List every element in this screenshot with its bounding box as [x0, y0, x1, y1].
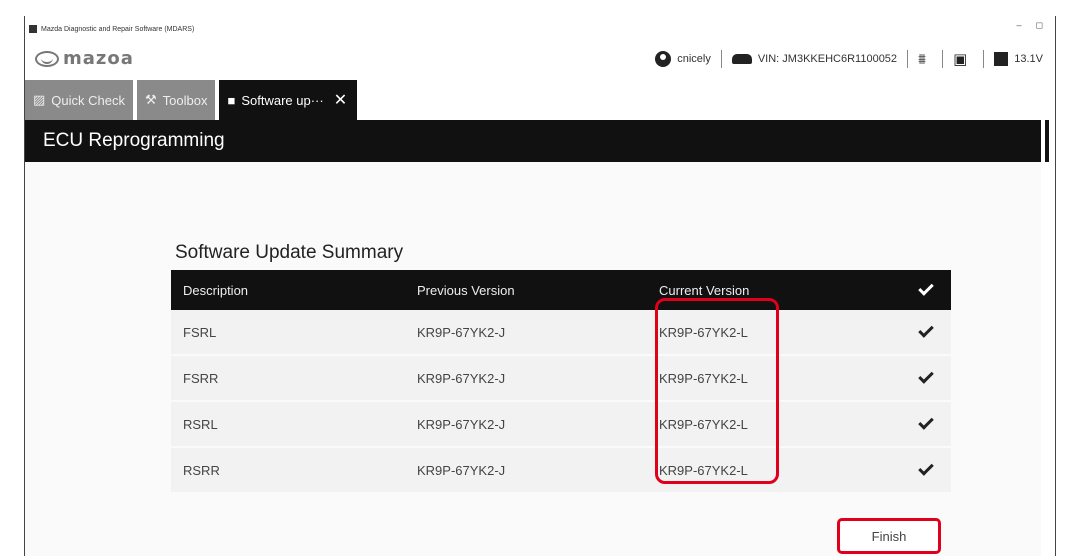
brand-wordmark: mazoa	[63, 48, 134, 69]
main-content: Software Update Summary Description Prev…	[25, 162, 1041, 556]
update-summary-table: Description Previous Version Current Ver…	[171, 270, 951, 494]
cell-status	[901, 460, 951, 476]
mazda-emblem-icon	[35, 50, 59, 67]
cell-description: FSRL	[183, 324, 217, 340]
tab-toolbox[interactable]: ⚒ Toolbox	[137, 80, 216, 120]
divider	[942, 50, 944, 68]
summary-title: Software Update Summary	[175, 242, 404, 263]
cell-description: RSRL	[183, 416, 218, 432]
cell-current-version: KR9P-67YK2-L	[659, 370, 748, 386]
battery-check-icon[interactable]: ▣	[953, 52, 967, 67]
checkmark-icon	[918, 280, 934, 296]
divider	[907, 50, 909, 68]
app-icon	[29, 25, 37, 33]
maximize-button[interactable]: ◻	[1036, 20, 1043, 31]
status-bar: cnicely VIN: JM3KKEHC6R1100052 ⩩ ▣ 13.1V	[655, 50, 1043, 68]
checkmark-icon	[918, 460, 934, 476]
checkmark-icon	[918, 414, 934, 430]
vin-text: VIN: JM3KKEHC6R1100052	[757, 53, 898, 65]
cell-status	[901, 368, 951, 384]
cell-previous-version: KR9P-67YK2-J	[417, 462, 506, 478]
divider	[720, 50, 722, 68]
mazda-logo: mazoa	[35, 48, 134, 69]
tab-software-update[interactable]: ■ Software up··· ✕	[219, 80, 358, 120]
cell-previous-version: KR9P-67YK2-J	[417, 416, 506, 432]
tab-quick-check[interactable]: ▨ Quick Check	[25, 80, 133, 120]
column-header-current: Current Version	[659, 282, 750, 298]
window-controls: – ◻	[1017, 20, 1044, 31]
finish-button[interactable]: Finish	[837, 518, 941, 554]
battery-voltage: 13.1V	[1014, 53, 1043, 65]
column-header-previous: Previous Version	[417, 282, 515, 298]
tab-label: Quick Check	[51, 92, 125, 108]
chip-icon: ■	[227, 92, 236, 108]
table-row: FSRR KR9P-67YK2-J KR9P-67YK2-L	[171, 356, 951, 402]
cell-description: RSRR	[183, 462, 220, 478]
cell-current-version: KR9P-67YK2-L	[659, 416, 748, 432]
column-header-description: Description	[183, 282, 249, 298]
briefcase-icon: ▨	[33, 92, 46, 107]
cell-status	[901, 322, 951, 338]
close-icon[interactable]: ✕	[334, 90, 347, 110]
checkmark-icon	[918, 322, 934, 338]
section-header: ECU Reprogramming	[25, 120, 1041, 162]
user-icon	[655, 51, 672, 67]
table-row: RSRL KR9P-67YK2-J KR9P-67YK2-L	[171, 402, 951, 448]
connection-icon[interactable]: ⩩	[918, 52, 926, 67]
cell-current-version: KR9P-67YK2-L	[659, 324, 748, 340]
tools-icon: ⚒	[145, 92, 157, 107]
table-header: Description Previous Version Current Ver…	[171, 270, 951, 310]
checkmark-icon	[918, 368, 934, 384]
battery-icon	[994, 52, 1009, 66]
divider	[983, 50, 985, 68]
tab-bar: ▨ Quick Check ⚒ Toolbox ■ Software up···…	[25, 80, 358, 120]
tab-label: Software up···	[241, 92, 324, 108]
scroll-edge	[1045, 120, 1049, 162]
app-window: Mazda Diagnostic and Repair Software (MD…	[24, 16, 1056, 556]
table-row: FSRL KR9P-67YK2-J KR9P-67YK2-L	[171, 310, 951, 356]
section-title: ECU Reprogramming	[43, 130, 225, 151]
window-titlebar: Mazda Diagnostic and Repair Software (MD…	[29, 22, 194, 36]
minimize-button[interactable]: –	[1017, 20, 1022, 31]
cell-status	[901, 414, 951, 430]
column-header-status	[901, 280, 951, 296]
tab-label: Toolbox	[162, 92, 208, 108]
cell-previous-version: KR9P-67YK2-J	[417, 370, 506, 386]
cell-previous-version: KR9P-67YK2-J	[417, 324, 506, 340]
table-row: RSRR KR9P-67YK2-J KR9P-67YK2-L	[171, 448, 951, 494]
window-title: Mazda Diagnostic and Repair Software (MD…	[41, 25, 195, 33]
username: cnicely	[677, 53, 711, 65]
app-header: mazoa cnicely VIN: JM3KKEHC6R1100052 ⩩ ▣…	[25, 38, 1055, 78]
cell-description: FSRR	[183, 370, 219, 386]
car-icon	[731, 54, 752, 64]
cell-current-version: KR9P-67YK2-L	[659, 462, 748, 478]
